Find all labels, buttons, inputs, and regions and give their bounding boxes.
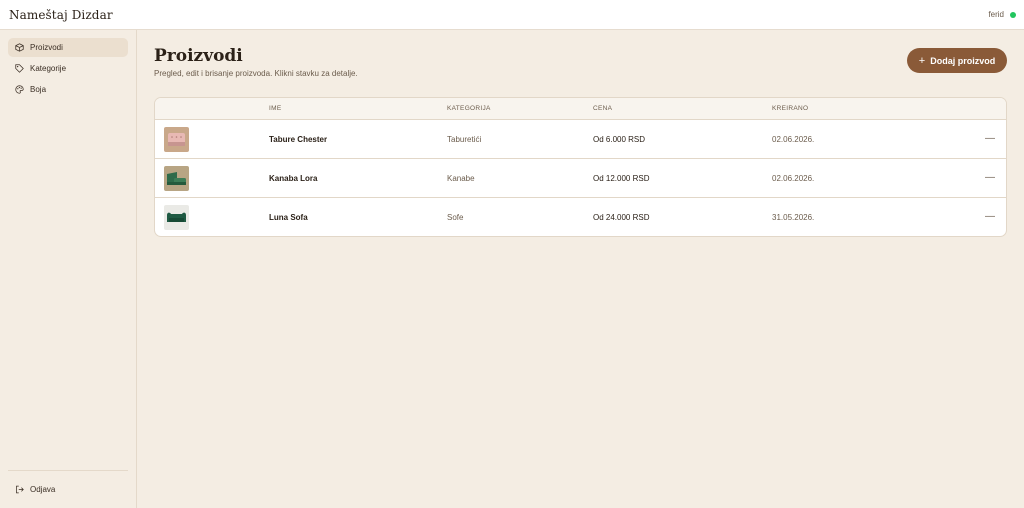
sidebar-item-boja[interactable]: Boja — [8, 80, 128, 99]
product-created: 31.05.2026. — [772, 213, 815, 222]
product-price: Od 12.000 RSD — [593, 174, 650, 183]
column-header-ime[interactable]: IME — [269, 105, 281, 112]
logout-button[interactable]: Odjava — [8, 480, 128, 499]
add-product-label: Dodaj proizvod — [930, 55, 996, 66]
column-header-kreirano[interactable]: KREIRANO — [772, 105, 808, 112]
column-header-kategorija[interactable]: KATEGORIJA — [447, 105, 491, 112]
product-thumbnail — [164, 127, 189, 152]
product-category: Kanabe — [447, 174, 475, 183]
sidebar-item-proizvodi[interactable]: Proizvodi — [8, 38, 128, 57]
product-thumbnail — [164, 205, 189, 230]
product-thumbnail — [164, 166, 189, 191]
logout-label: Odjava — [30, 485, 56, 494]
top-bar: Nameštaj Dizdar ferid — [0, 0, 1024, 30]
products-table: IME KATEGORIJA CENA KREIRANO Tabure Ches… — [154, 97, 1007, 237]
sidebar-divider — [8, 470, 128, 471]
table-row[interactable]: Luna Sofa Sofe Od 24.000 RSD 31.05.2026.… — [155, 198, 1006, 236]
brand-title[interactable]: Nameštaj Dizdar — [9, 8, 113, 22]
product-price: Od 24.000 RSD — [593, 213, 650, 222]
product-category: Sofe — [447, 213, 464, 222]
logout-icon — [16, 485, 24, 494]
user-menu[interactable]: ferid — [988, 10, 1016, 19]
sidebar: Proizvodi Kategorije Boja Odjava — [0, 30, 137, 508]
palette-icon — [15, 85, 24, 94]
product-name: Kanaba Lora — [269, 174, 318, 183]
column-header-cena[interactable]: CENA — [593, 105, 612, 112]
product-price: Od 6.000 RSD — [593, 135, 646, 144]
sidebar-item-label: Proizvodi — [30, 43, 63, 52]
tag-icon — [15, 64, 24, 73]
main-content: Proizvodi Pregled, edit i brisanje proiz… — [137, 30, 1024, 508]
box-icon — [15, 43, 24, 52]
row-action-button[interactable]: — — [985, 133, 995, 144]
product-created: 02.06.2026. — [772, 135, 815, 144]
row-action-button[interactable]: — — [985, 211, 995, 222]
online-status-icon — [1010, 11, 1016, 18]
page-title: Proizvodi — [154, 46, 243, 66]
page-subtitle: Pregled, edit i brisanje proizvoda. Klik… — [154, 69, 358, 78]
row-action-button[interactable]: — — [985, 172, 995, 183]
product-name: Luna Sofa — [269, 213, 308, 222]
table-header: IME KATEGORIJA CENA KREIRANO — [155, 98, 1006, 120]
sidebar-item-label: Boja — [30, 85, 47, 94]
plus-icon: + — [918, 54, 926, 67]
product-category: Taburetići — [447, 135, 482, 144]
user-name: ferid — [988, 10, 1004, 19]
product-created: 02.06.2026. — [772, 174, 815, 183]
table-row[interactable]: Tabure Chester Taburetići Od 6.000 RSD 0… — [155, 120, 1006, 159]
sidebar-item-label: Kategorije — [30, 64, 67, 73]
table-row[interactable]: Kanaba Lora Kanabe Od 12.000 RSD 02.06.2… — [155, 159, 1006, 198]
product-name: Tabure Chester — [269, 135, 328, 144]
sidebar-item-kategorije[interactable]: Kategorije — [8, 59, 128, 78]
add-product-button[interactable]: + Dodaj proizvod — [907, 48, 1007, 73]
